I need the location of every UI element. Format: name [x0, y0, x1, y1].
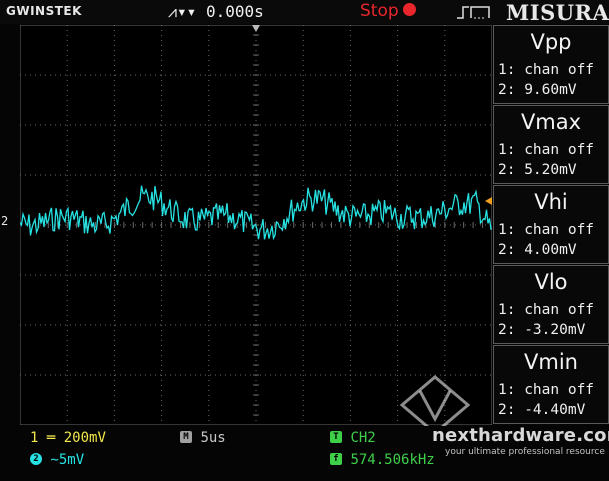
ch2-ground-marker: 2 [1, 214, 9, 228]
status-bar: GWINSTEK ⩘▾▾ 0.000s Stop MISURA [0, 0, 609, 25]
measurement-ch2: 2: 4.00mV [498, 242, 577, 258]
measurement-ch1: 1: chan off [498, 222, 595, 238]
trigger-level-marker [485, 197, 492, 205]
ch2-scale-value: 5mV [58, 452, 85, 468]
measurement-ch1: 1: chan off [498, 142, 595, 158]
measurement-vpp[interactable]: Vpp 1: chan off 2: 9.60mV [493, 25, 609, 104]
watermark-site: nexthardware.com [432, 425, 609, 446]
ch1-scale-value: 200mV [63, 430, 106, 446]
measurement-title: Vmax [520, 110, 582, 134]
trigger-source[interactable]: T CH2 [330, 430, 376, 446]
trigger-icon: T [330, 431, 342, 443]
measurement-ch2: 2: -3.20mV [498, 322, 586, 338]
watermark-tagline: your ultimate professional resource [445, 447, 605, 457]
measurement-vhi[interactable]: Vhi 1: chan off 2: 4.00mV [493, 185, 609, 264]
trigger-position-icon: ⩘▾▾ [168, 2, 197, 21]
trigger-position-marker [252, 25, 260, 32]
trigger-position-control[interactable]: ⩘▾▾ 0.000s [168, 2, 264, 22]
ch2-icon: 2 [30, 453, 42, 465]
brand-logo: GWINSTEK [6, 4, 82, 18]
frequency-icon: f [330, 453, 342, 465]
trigger-frequency-value: 574.506kHz [350, 452, 435, 468]
timebase-value: 5us [200, 430, 226, 446]
ch1-scale[interactable]: 1 ═ 200mV [30, 430, 106, 446]
run-stop-indicator[interactable]: Stop [360, 1, 416, 21]
stop-icon [402, 2, 416, 16]
measurement-ch2: 2: 5.20mV [498, 162, 577, 178]
run-state-label: Stop [360, 1, 399, 21]
ac-coupling-icon: ∼ [50, 452, 59, 468]
timebase-icon: M [180, 431, 192, 443]
measurement-ch2: 2: 9.60mV [498, 82, 577, 98]
measurement-title: Vhi [534, 190, 568, 214]
measure-panel-title: MISURA [506, 0, 609, 25]
ch2-scale[interactable]: 2 ∼5mV [30, 452, 84, 468]
trigger-edge-icon [457, 6, 490, 19]
waveform-graticule [20, 25, 492, 425]
measurement-ch2: 2: -4.40mV [498, 402, 586, 418]
measurement-vmin[interactable]: Vmin 1: chan off 2: -4.40mV [493, 345, 609, 424]
ch2-waveform-trace [20, 185, 492, 241]
trigger-frequency: f 574.506kHz [330, 452, 435, 468]
measurement-vmax[interactable]: Vmax 1: chan off 2: 5.20mV [493, 105, 609, 184]
dc-coupling-icon: ═ [46, 430, 56, 446]
measurement-panel: Vpp 1: chan off 2: 9.60mV Vmax 1: chan o… [493, 25, 609, 425]
trigger-source-value: CH2 [350, 430, 376, 446]
waveform-display[interactable] [20, 25, 492, 425]
measurement-ch1: 1: chan off [498, 382, 595, 398]
measurement-ch1: 1: chan off [498, 62, 595, 78]
trigger-position-value: 0.000s [205, 2, 264, 21]
measurement-title: Vpp [530, 30, 572, 54]
measurement-ch1: 1: chan off [498, 302, 595, 318]
measurement-title: Vmin [524, 350, 578, 374]
ch1-icon: 1 [30, 430, 39, 446]
timebase[interactable]: M 5us [180, 430, 226, 446]
measurement-vlo[interactable]: Vlo 1: chan off 2: -3.20mV [493, 265, 609, 344]
measurement-title: Vlo [534, 270, 568, 294]
